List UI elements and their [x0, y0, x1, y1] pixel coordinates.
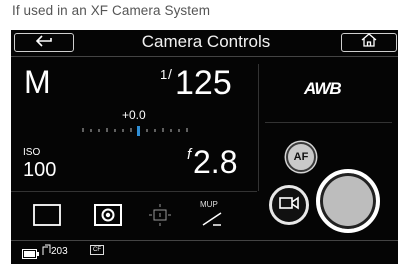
center-weighted-icon[interactable]	[94, 204, 122, 231]
exposure-compensation-value: +0.0	[122, 108, 146, 122]
shutter-release-button[interactable]	[316, 169, 380, 233]
panel-divider	[258, 64, 259, 191]
top-divider	[11, 56, 398, 57]
back-button[interactable]	[14, 33, 74, 52]
iso-value[interactable]: 100	[23, 159, 56, 182]
af-label: AF	[293, 151, 309, 163]
spot-frame-icon[interactable]	[33, 204, 61, 231]
shutter-denominator: 125	[175, 64, 232, 102]
back-arrow-icon	[35, 34, 52, 52]
home-button[interactable]	[341, 33, 397, 52]
shutter-numerator: 1	[160, 67, 168, 82]
status-divider	[11, 240, 398, 241]
mirror-up-icon[interactable]	[201, 211, 225, 232]
iso-label: ISO	[23, 147, 41, 158]
video-camera-icon	[279, 196, 299, 215]
aperture-prefix: f	[187, 146, 192, 163]
shutter-slash: /	[168, 66, 172, 82]
ev-marker	[137, 126, 140, 136]
top-bar: Camera Controls	[11, 30, 398, 56]
home-icon	[361, 33, 377, 52]
average-metering-icon[interactable]	[148, 203, 172, 232]
mup-label: MUP	[200, 200, 218, 209]
aperture-value: 2.8	[193, 144, 238, 180]
shots-icon	[42, 243, 51, 261]
video-button[interactable]	[269, 185, 309, 225]
camera-screen: Camera Controls M 1 / 125 +0.0 ISO 100 f…	[11, 30, 398, 264]
card-label: CF	[93, 247, 101, 253]
shots-remaining: 203	[51, 246, 68, 257]
af-button[interactable]: AF	[286, 142, 316, 172]
page-title: Camera Controls	[141, 32, 271, 51]
caption: If used in an XF Camera System	[12, 3, 211, 18]
exposure-scale[interactable]	[81, 124, 211, 138]
battery-icon	[22, 246, 40, 264]
white-balance[interactable]: AWB	[304, 79, 342, 99]
metering-divider	[11, 191, 257, 192]
exposure-mode[interactable]: M	[24, 64, 51, 101]
right-divider	[265, 122, 392, 123]
card-badge: CF	[90, 245, 104, 255]
